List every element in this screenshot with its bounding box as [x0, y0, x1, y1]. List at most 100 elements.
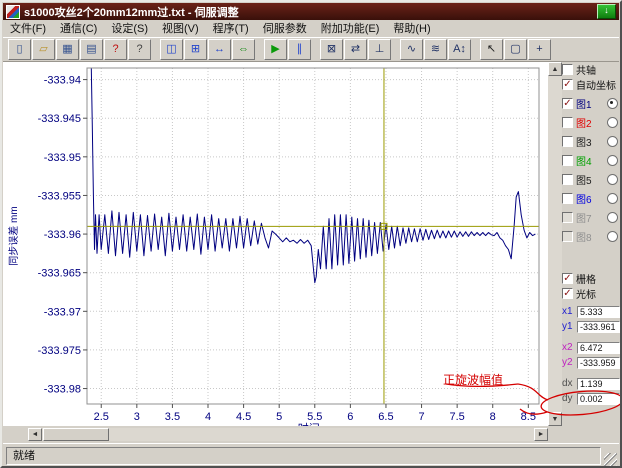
readout-y2-row: y2-333.959 [562, 355, 620, 370]
menu-item-file[interactable]: 文件(F) [3, 22, 53, 36]
svg-text:-333.96: -333.96 [44, 229, 81, 241]
readout-y2-value[interactable]: -333.959 [577, 357, 620, 369]
menu-bar: 文件(F)通信(C)设定(S)视图(V)程序(T)伺服参数附加功能(E)帮助(H… [3, 21, 619, 38]
menu-item-extra-functions[interactable]: 附加功能(E) [314, 22, 387, 36]
x-axis-title: 时间 s [298, 422, 329, 426]
crosshair-icon: + [536, 44, 542, 55]
app-icon[interactable] [6, 5, 20, 19]
readout-dy-value[interactable]: 0.002 [577, 393, 620, 405]
tile-windows-button[interactable]: ◫ [160, 39, 183, 60]
menu-item-program[interactable]: 程序(T) [206, 22, 256, 36]
plot-8-radio[interactable] [607, 231, 618, 242]
span-x-icon: ↔ [214, 44, 225, 55]
svg-text:3.5: 3.5 [165, 411, 180, 423]
grid-checkbox[interactable]: ✓ [562, 273, 573, 284]
readout-dx-row: dx1.139 [562, 376, 620, 391]
plot-7-checkbox[interactable] [562, 212, 573, 223]
plot-8-checkbox[interactable] [562, 231, 573, 242]
auto-amplitude-button[interactable]: A↕ [448, 39, 471, 60]
display-toggles: ✓栅格✓光标 [562, 271, 620, 300]
plot-2-radio[interactable] [607, 117, 618, 128]
save-file-icon: ▦ [62, 44, 72, 55]
plot-5-radio[interactable] [607, 174, 618, 185]
pointer-button[interactable]: ↖ [480, 39, 503, 60]
select-box-button[interactable]: ▢ [504, 39, 527, 60]
plot-4-radio[interactable] [607, 155, 618, 166]
readout-dy-row: dy0.002 [562, 391, 620, 406]
svg-text:5.5: 5.5 [307, 411, 322, 423]
cascade-windows-button[interactable]: ⊞ [184, 39, 207, 60]
svg-text:-333.965: -333.965 [38, 268, 81, 280]
plot-4-checkbox[interactable] [562, 155, 573, 166]
control-panel: 共轴✓自动坐标 ✓图1图2图3图4图5图6图7图8 ✓栅格✓光标 x15.333… [562, 62, 620, 426]
cursor-checkbox[interactable]: ✓ [562, 288, 573, 299]
title-bar[interactable]: s1000攻丝2个20mm12mm过.txt - 伺服调整 ↓ [3, 3, 619, 20]
horizontal-scrollbar[interactable]: ◄ ► [28, 428, 548, 441]
wave-minus-button[interactable]: ≋ [424, 39, 447, 60]
menu-item-view[interactable]: 视图(V) [155, 22, 206, 36]
crosshair-button[interactable]: + [528, 39, 551, 60]
plot-3-checkbox[interactable] [562, 136, 573, 147]
readout-x1-value[interactable]: 5.333 [577, 306, 620, 318]
readout-y2-label: y2 [562, 357, 575, 368]
readout-y1-value[interactable]: -333.961 [577, 321, 620, 333]
readout-x1-label: x1 [562, 306, 575, 317]
wave-minus-icon: ≋ [431, 44, 440, 55]
auto-scale-checkbox[interactable]: ✓ [562, 79, 573, 90]
plot-1-checkbox[interactable]: ✓ [562, 98, 573, 109]
readout-dx-value[interactable]: 1.139 [577, 378, 620, 390]
vertical-scrollbar[interactable]: ▲ ▼ [548, 62, 562, 426]
readout-x2-label: x2 [562, 342, 575, 353]
readout-x1-row: x15.333 [562, 304, 620, 319]
pause-button[interactable]: ∥ [288, 39, 311, 60]
copy-button[interactable]: ▤ [80, 39, 103, 60]
zoom-x-icon: ⇄ [351, 44, 360, 55]
zoom-box-icon: ⊠ [327, 44, 336, 55]
zoom-x-button[interactable]: ⇄ [344, 39, 367, 60]
common-axis-checkbox[interactable] [562, 64, 573, 75]
open-file-button[interactable]: ▱ [32, 39, 55, 60]
scroll-right-button[interactable]: ► [534, 428, 548, 441]
auto-amplitude-icon: A↕ [453, 44, 466, 55]
readout-y1-row: y1-333.961 [562, 319, 620, 334]
menu-item-settings[interactable]: 设定(S) [104, 22, 155, 36]
wave-plus-button[interactable]: ∿ [400, 39, 423, 60]
axis-toggles: 共轴✓自动坐标 [562, 62, 620, 91]
help-button[interactable]: ? [128, 39, 151, 60]
scroll-left-button[interactable]: ◄ [28, 428, 42, 441]
new-file-button[interactable]: ▯ [8, 39, 31, 60]
readout-x2-row: x26.472 [562, 340, 620, 355]
fit-x-button[interactable]: ⇔ [232, 39, 255, 60]
scroll-down-button[interactable]: ▼ [548, 412, 562, 426]
plot-6-radio[interactable] [607, 193, 618, 204]
plot-7-radio[interactable] [607, 212, 618, 223]
plot-1-radio[interactable] [607, 98, 618, 109]
about-button[interactable]: ? [104, 39, 127, 60]
pause-icon: ∥ [297, 44, 303, 55]
plot-2-checkbox[interactable] [562, 117, 573, 128]
save-file-button[interactable]: ▦ [56, 39, 79, 60]
app-window: s1000攻丝2个20mm12mm过.txt - 伺服调整 ↓ 文件(F)通信(… [0, 0, 622, 468]
run-button[interactable]: ▶ [264, 39, 287, 60]
readout-x2-value[interactable]: 6.472 [577, 342, 620, 354]
toolbar-separator [152, 41, 159, 59]
span-x-button[interactable]: ↔ [208, 39, 231, 60]
scroll-up-button[interactable]: ▲ [548, 62, 562, 76]
plot-6-checkbox[interactable] [562, 193, 573, 204]
svg-text:6: 6 [347, 411, 353, 423]
plot-3-row: 图3 [562, 133, 620, 150]
plot-5-label: 图5 [576, 172, 592, 187]
svg-text:-333.97: -333.97 [44, 306, 81, 318]
menu-item-comm[interactable]: 通信(C) [53, 22, 104, 36]
plot-3-radio[interactable] [607, 136, 618, 147]
svg-text:7: 7 [418, 411, 424, 423]
check-icon: ✓ [563, 98, 571, 109]
plot-5-checkbox[interactable] [562, 174, 573, 185]
minimize-button[interactable]: ↓ [597, 4, 616, 19]
zoom-y-button[interactable]: ⊥ [368, 39, 391, 60]
menu-item-servo-params[interactable]: 伺服参数 [256, 22, 314, 36]
scrollbar-thumb[interactable] [43, 428, 109, 441]
resize-grip-icon[interactable] [604, 453, 617, 466]
menu-item-help[interactable]: 帮助(H) [386, 22, 437, 36]
zoom-box-button[interactable]: ⊠ [320, 39, 343, 60]
